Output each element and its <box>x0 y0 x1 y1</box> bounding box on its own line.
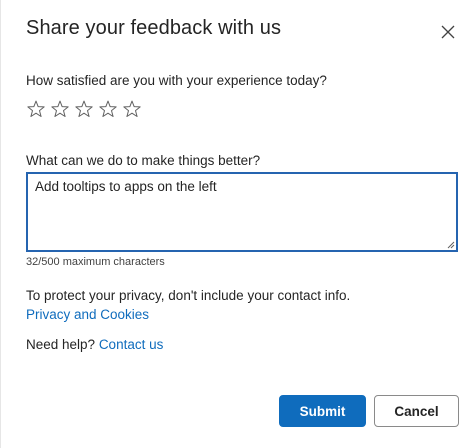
close-button[interactable] <box>437 21 459 43</box>
privacy-cookies-link[interactable]: Privacy and Cookies <box>26 307 149 322</box>
close-icon <box>441 25 455 39</box>
star-4-icon[interactable] <box>98 98 118 120</box>
submit-button[interactable]: Submit <box>279 395 366 427</box>
character-count: 32/500 maximum characters <box>26 256 165 268</box>
dialog-title: Share your feedback with us <box>26 17 282 39</box>
resize-grip-icon[interactable] <box>447 241 455 249</box>
star-rating <box>26 98 142 120</box>
feedback-textarea-container <box>26 172 458 252</box>
help-row: Need help? Contact us <box>26 337 163 352</box>
cancel-button[interactable]: Cancel <box>374 395 459 427</box>
satisfaction-question: How satisfied are you with your experien… <box>26 73 327 88</box>
star-5-icon[interactable] <box>122 98 142 120</box>
star-1-icon[interactable] <box>26 98 46 120</box>
improvement-question: What can we do to make things better? <box>26 153 261 168</box>
star-2-icon[interactable] <box>50 98 70 120</box>
feedback-textarea[interactable] <box>28 174 456 250</box>
star-3-icon[interactable] <box>74 98 94 120</box>
privacy-notice: To protect your privacy, don't include y… <box>26 288 351 303</box>
contact-us-link[interactable]: Contact us <box>99 337 164 352</box>
feedback-dialog: Share your feedback with us How satisfie… <box>0 0 476 448</box>
help-prefix: Need help? <box>26 337 99 352</box>
